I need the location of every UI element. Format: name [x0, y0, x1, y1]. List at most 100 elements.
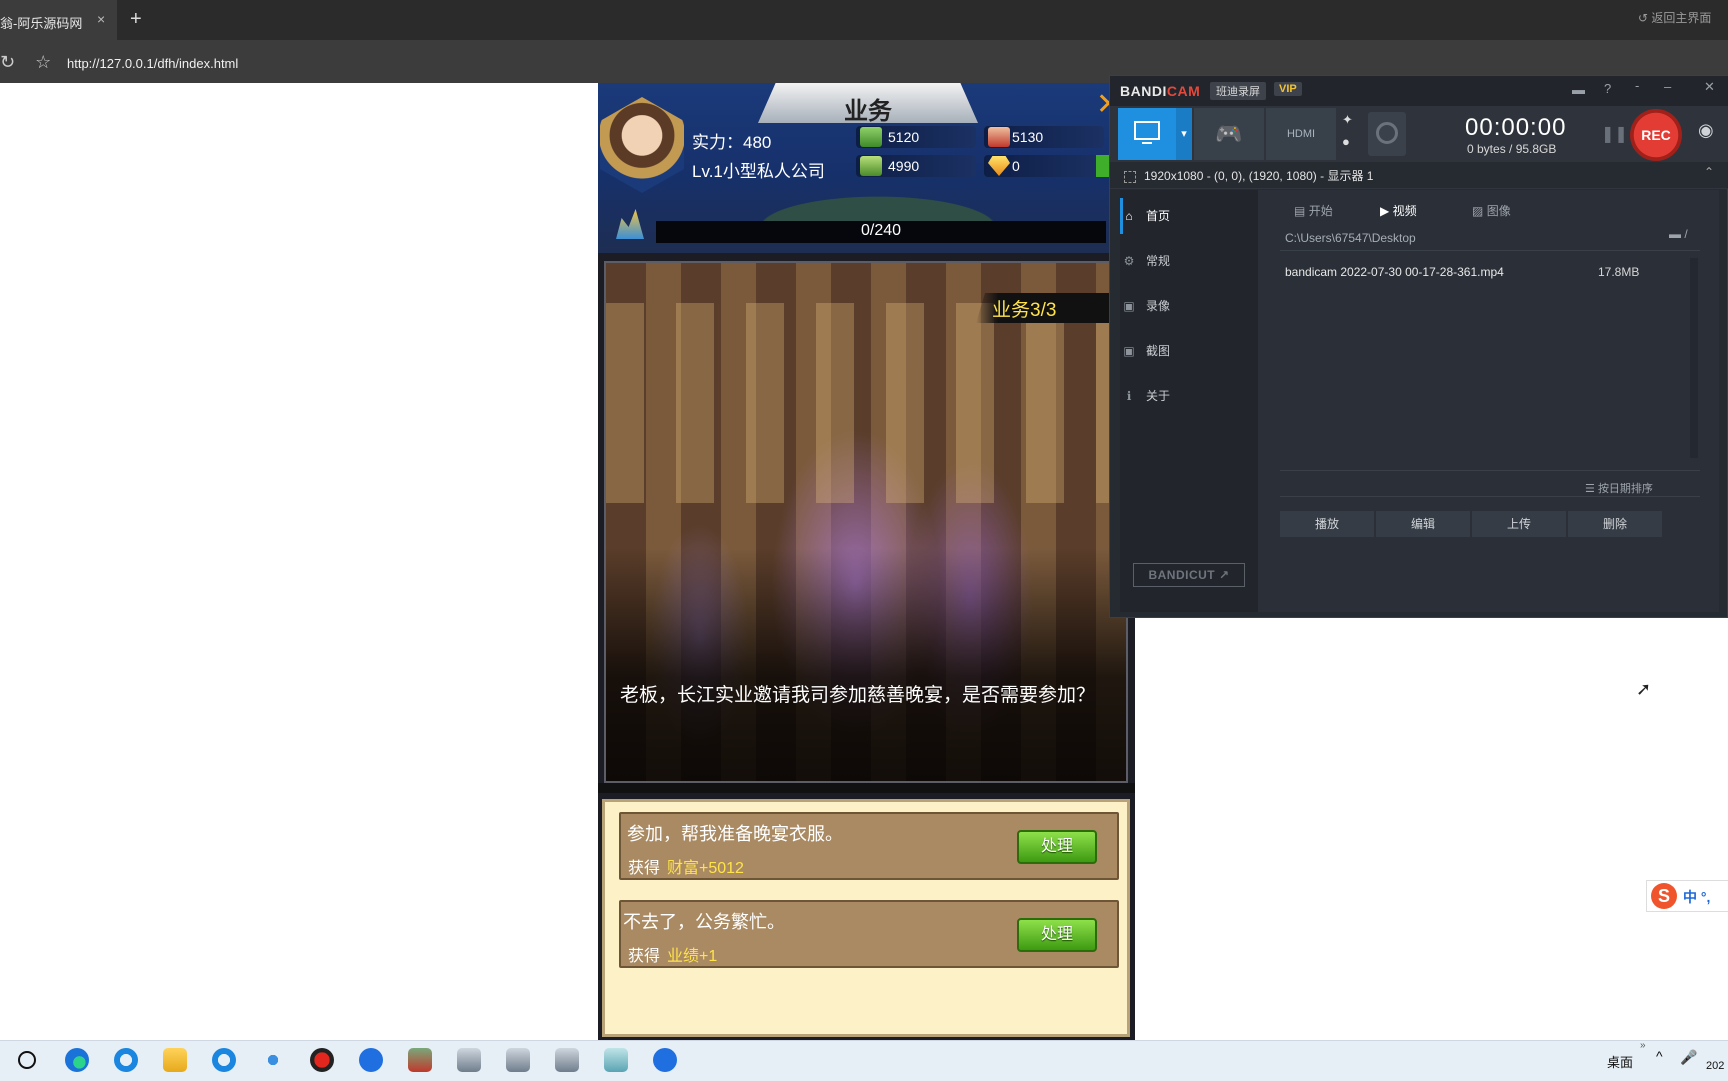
bandicut-button[interactable]: BANDICUT ↗: [1133, 563, 1245, 587]
chevron-up-icon[interactable]: ^: [1656, 1048, 1663, 1064]
ime-mode[interactable]: 中 °,: [1683, 887, 1710, 907]
tab-video[interactable]: ▶ 视频: [1380, 202, 1417, 219]
sidebar-item-video[interactable]: ▣ 录像: [1120, 288, 1248, 324]
close-icon[interactable]: ✕: [1704, 79, 1715, 95]
tab-start[interactable]: ▤ 开始: [1294, 202, 1333, 219]
window-icon[interactable]: [555, 1048, 579, 1072]
goods-value: 4990: [888, 158, 920, 174]
mouse-cursor-icon: ➚: [1636, 679, 1652, 699]
tab-label: 图像: [1486, 204, 1511, 218]
sidebar-item-general[interactable]: ⚙ 常规: [1120, 243, 1248, 279]
refresh-icon[interactable]: ↻: [0, 52, 15, 72]
collapse-icon[interactable]: ⌃: [1704, 165, 1714, 179]
gain-label: 获得: [628, 948, 661, 965]
info-icon: ℹ: [1126, 389, 1132, 403]
mode-dropdown-icon[interactable]: ▾: [1176, 108, 1192, 160]
browser-tab[interactable]: 翁-阿乐源码网 ×: [0, 0, 117, 40]
webcam-button[interactable]: [1368, 112, 1406, 156]
mic-icon[interactable]: ●: [1342, 134, 1350, 149]
handle-button[interactable]: 处理: [1017, 830, 1097, 864]
ftp-icon[interactable]: [359, 1048, 383, 1072]
microphone-icon[interactable]: 🎤: [1680, 1049, 1697, 1066]
choice-text: 参加，帮我准备晚宴衣服。: [627, 824, 843, 844]
folder-icon[interactable]: ▬: [1572, 82, 1585, 97]
choice-option: 参加，帮我准备晚宴衣服。 获得 财富+5012 处理: [619, 812, 1119, 880]
help-icon[interactable]: ?: [1604, 81, 1611, 96]
output-path: C:\Users\67547\Desktop: [1285, 231, 1416, 245]
list-divider: [1280, 496, 1700, 497]
choice-option: 不去了，公务繁忙。 获得 业绩+1 处理: [619, 900, 1119, 968]
play-icon: ▶: [1380, 204, 1390, 218]
webcam-icon: [1376, 122, 1398, 144]
vip-badge: VIP: [1274, 82, 1302, 96]
goods-icon: [860, 156, 882, 176]
handle-button[interactable]: 处理: [1017, 918, 1097, 952]
power-text: 实力：480: [692, 133, 772, 152]
star-icon[interactable]: ☆: [35, 52, 51, 72]
new-tab-button[interactable]: +: [130, 8, 142, 31]
upload-button[interactable]: 上传: [1472, 511, 1566, 537]
play-button[interactable]: 播放: [1280, 511, 1374, 537]
back-to-main-link[interactable]: ↺ 返回主界面: [1638, 9, 1711, 26]
hdmi-mode-button[interactable]: HDMI: [1266, 108, 1336, 160]
list-divider: [1280, 470, 1700, 471]
sidebar-item-image[interactable]: ▣ 截图: [1120, 333, 1248, 369]
camera-icon[interactable]: ◉: [1698, 120, 1714, 141]
diamond-value: 0: [1012, 158, 1020, 174]
logo-part-a: BANDI: [1120, 83, 1167, 99]
video-settings-icon: ▣: [1123, 299, 1135, 313]
sidebar-item-about[interactable]: ℹ 关于: [1120, 378, 1248, 414]
gamepad-icon: 🎮: [1215, 121, 1243, 146]
open-folder-icon[interactable]: ▬ /: [1669, 227, 1688, 241]
browser-icon-2[interactable]: [212, 1048, 236, 1072]
edge-icon[interactable]: [65, 1048, 89, 1072]
minimize-mini-icon[interactable]: -: [1635, 78, 1639, 93]
ime-toolbar[interactable]: S 中 °,: [1646, 880, 1728, 912]
gain-value: 财富+5012: [667, 860, 744, 877]
game-canvas: 业务 ✕ 实力：480 Lv.1小型私人公司 5120 5130 4990 0 …: [598, 83, 1135, 1040]
window-icon[interactable]: [506, 1048, 530, 1072]
sidebar-item-home[interactable]: ⌂ 首页: [1120, 198, 1248, 234]
sort-by-date[interactable]: ☰ 按日期排序: [1585, 480, 1653, 496]
browser-icon[interactable]: [114, 1048, 138, 1072]
money-value: 5120: [888, 129, 920, 145]
network-app-icon[interactable]: [261, 1048, 285, 1072]
minimize-icon[interactable]: –: [1664, 79, 1671, 94]
edit-button[interactable]: 编辑: [1376, 511, 1470, 537]
file-name[interactable]: bandicam 2022-07-30 00-17-28-361.mp4: [1285, 265, 1504, 279]
tab-label: 视频: [1392, 204, 1417, 218]
region-select-icon[interactable]: [1124, 171, 1136, 183]
file-explorer-icon[interactable]: [163, 1048, 187, 1072]
browser-tabbar: [0, 0, 1728, 40]
monitor-icon: [1134, 121, 1160, 144]
scrollbar[interactable]: [1690, 258, 1698, 458]
sidebar-item-label: 关于: [1146, 389, 1171, 403]
sidebar-item-label: 录像: [1146, 299, 1171, 313]
logo-part-b: CAM: [1166, 83, 1201, 99]
notepad-icon[interactable]: [604, 1048, 628, 1072]
people-value: 5130: [1012, 129, 1044, 145]
screen-mode-button[interactable]: [1118, 108, 1176, 160]
tab-close-icon[interactable]: ×: [97, 11, 105, 27]
bandicam-icon[interactable]: [310, 1048, 334, 1072]
event-story: 老板，长江实业邀请我司参加慈善晚宴，是否需要参加？: [620, 685, 1096, 706]
back-to-main-label: 返回主界面: [1651, 11, 1712, 25]
ftp-icon-2[interactable]: [653, 1048, 677, 1072]
overflow-icon[interactable]: »: [1640, 1040, 1646, 1051]
delete-button[interactable]: 删除: [1568, 511, 1662, 537]
pause-icon[interactable]: ❚❚: [1601, 124, 1628, 144]
bandicam-cn-name: 班迪录屏: [1210, 82, 1266, 100]
url-field[interactable]: http://127.0.0.1/dfh/index.html: [67, 56, 238, 71]
mouse-icon[interactable]: ✦: [1342, 112, 1353, 128]
game-mode-button[interactable]: 🎮: [1194, 108, 1264, 160]
app-icon[interactable]: [408, 1048, 432, 1072]
tab-image[interactable]: ▨ 图像: [1472, 202, 1511, 219]
image-settings-icon: ▣: [1123, 344, 1135, 358]
rec-button[interactable]: REC: [1630, 109, 1682, 161]
desktop-label[interactable]: 桌面: [1607, 1052, 1633, 1071]
window-icon[interactable]: [457, 1048, 481, 1072]
search-icon[interactable]: [18, 1051, 36, 1069]
clock[interactable]: 202: [1706, 1060, 1724, 1072]
address-bar-icons: ↻ ☆: [0, 52, 51, 73]
picture-icon: ▨: [1472, 204, 1484, 218]
